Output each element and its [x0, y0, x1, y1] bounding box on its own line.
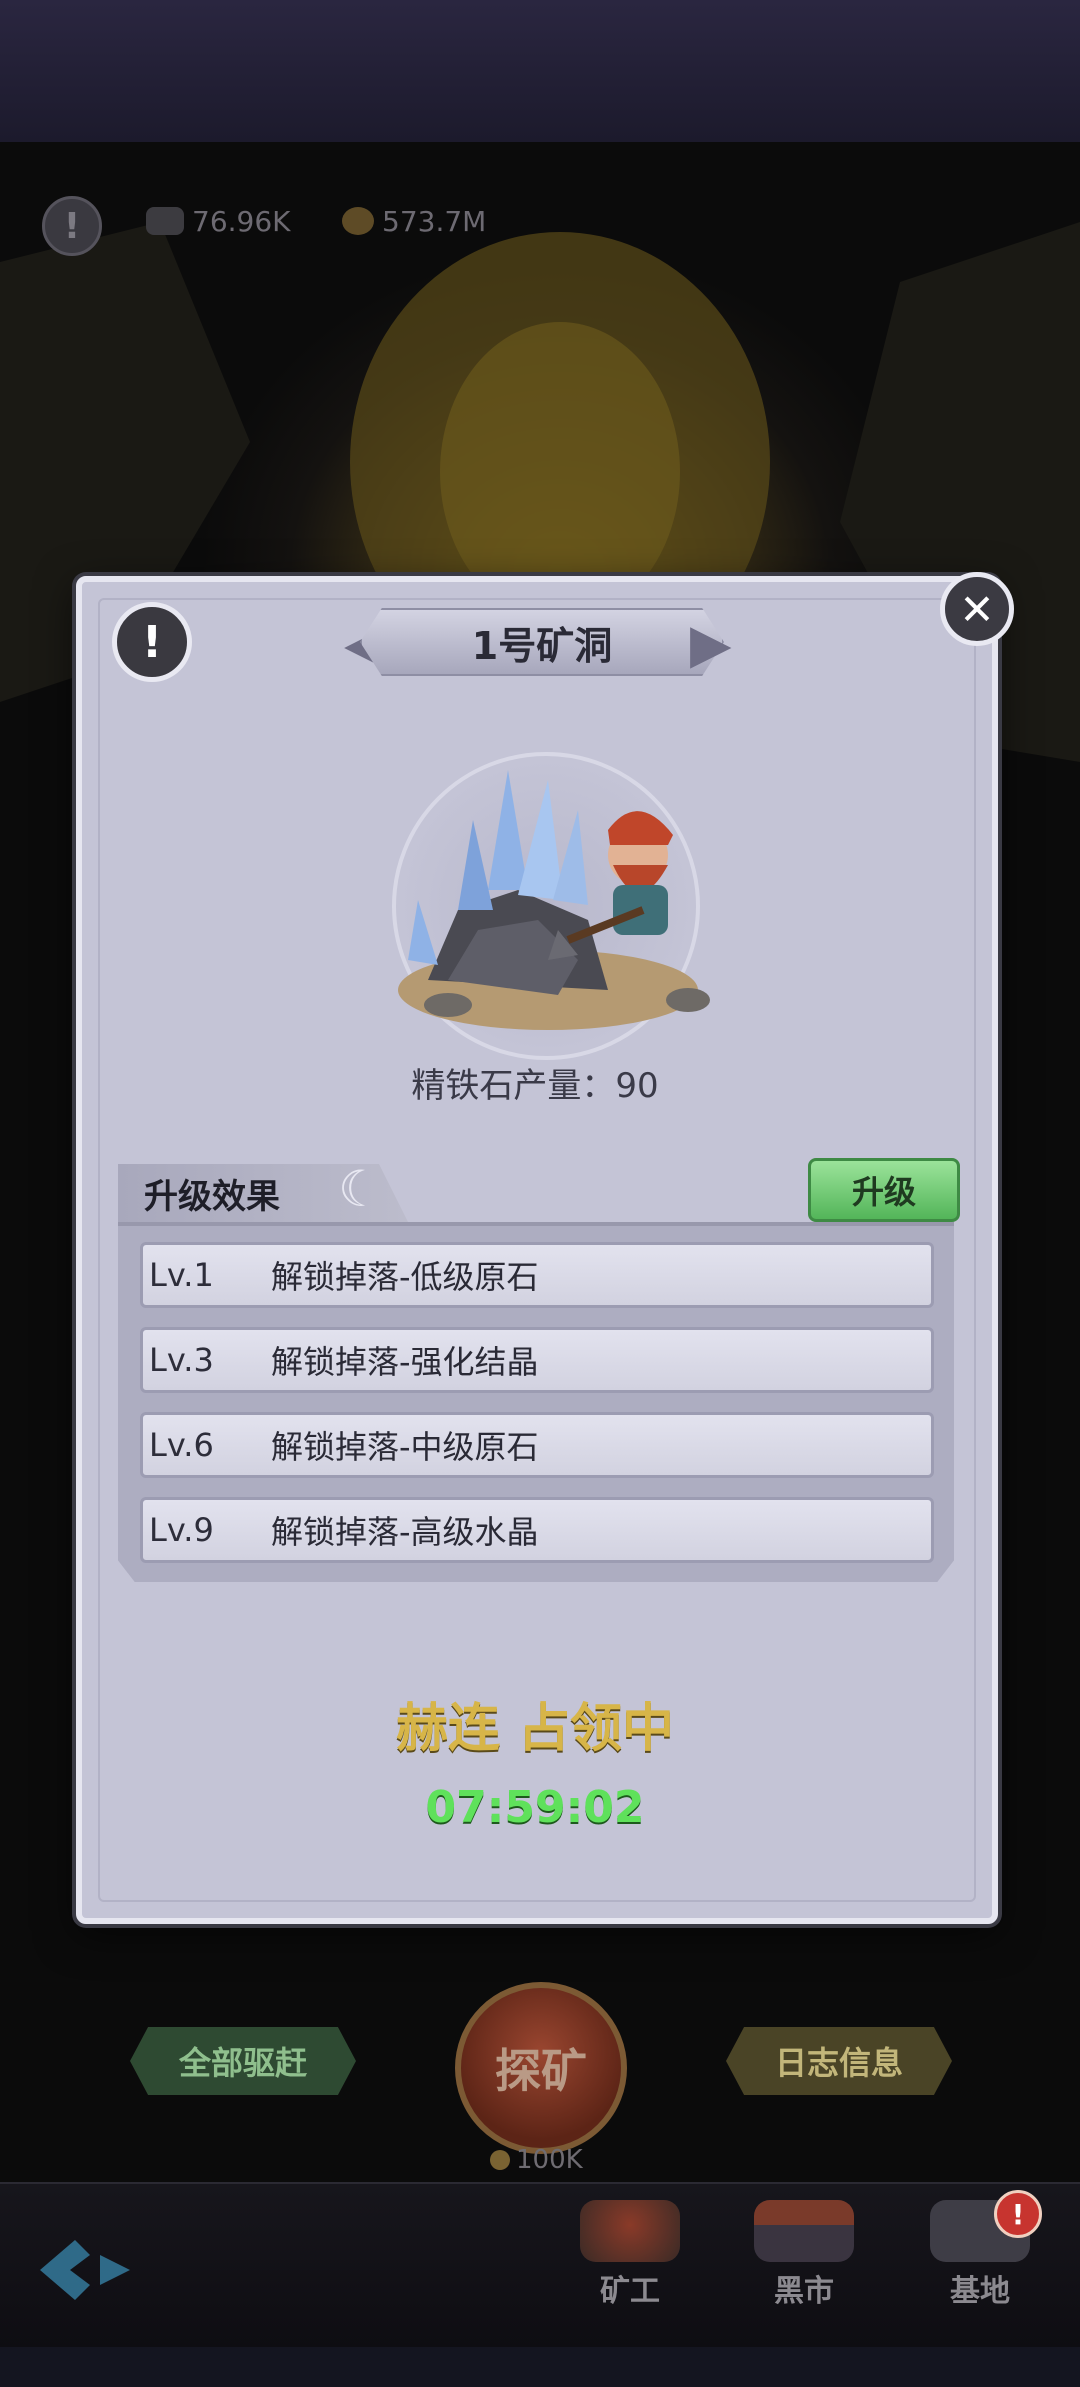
back-arrow-icon[interactable]	[30, 2235, 160, 2305]
occupation-timer: 07:59:02	[425, 1782, 645, 1833]
mine-crystal-miner-icon	[398, 770, 710, 1030]
coin-icon	[490, 2150, 510, 2170]
effect-text: 解锁掉落-中级原石	[271, 1428, 539, 1466]
effect-text: 解锁掉落-低级原石	[271, 1258, 539, 1296]
nav-miners[interactable]: 矿工	[560, 2200, 700, 2310]
nav-miners-label: 矿工	[600, 2274, 660, 2309]
nav-base[interactable]: 基地 !	[910, 2190, 1050, 2310]
explore-cost-value: 100K	[516, 2145, 583, 2175]
explore-cost: 100K	[490, 2142, 610, 2178]
miner-icon	[580, 2200, 680, 2262]
occupant-status: 赫连 占领中	[395, 1699, 675, 1759]
effect-row: Lv.9 解锁掉落-高级水晶	[140, 1497, 934, 1563]
effect-level: Lv.1	[149, 1256, 214, 1294]
ore-icon	[146, 207, 184, 235]
effect-text: 解锁掉落-强化结晶	[271, 1343, 539, 1381]
system-bar	[0, 2347, 1080, 2387]
top-status-area	[0, 0, 1080, 142]
effect-text: 解锁掉落-高级水晶	[271, 1513, 539, 1551]
coin-icon	[342, 207, 374, 235]
close-icon[interactable]: ✕	[940, 572, 1014, 646]
title-wing-right-icon: ▶	[690, 612, 732, 675]
ore-amount: 76.96K	[192, 204, 291, 238]
ore-resource: 76.96K	[146, 196, 291, 246]
effect-level: Lv.9	[149, 1511, 214, 1549]
coin-resource: 573.7M	[342, 196, 486, 246]
notification-badge: !	[994, 2190, 1042, 2238]
production-label: 精铁石产量：90	[411, 1066, 659, 1106]
nav-black-market-label: 黑市	[774, 2274, 834, 2309]
coin-amount: 573.7M	[382, 204, 487, 238]
effect-row: Lv.3 解锁掉落-强化结晶	[140, 1327, 934, 1393]
log-info-button[interactable]: 日志信息	[726, 2027, 952, 2095]
nav-base-label: 基地	[950, 2274, 1010, 2309]
title-banner: 1号矿洞	[360, 608, 724, 676]
effect-row: Lv.6 解锁掉落-中级原石	[140, 1412, 934, 1478]
explore-button[interactable]: 探矿	[455, 1982, 627, 2154]
effect-level: Lv.6	[149, 1426, 214, 1464]
upgrade-button[interactable]: 升级	[808, 1158, 960, 1222]
modal-title: 1号矿洞	[471, 623, 613, 668]
effect-level: Lv.3	[149, 1341, 214, 1379]
evict-all-button[interactable]: 全部驱赶	[130, 2027, 356, 2095]
alert-icon[interactable]: !	[42, 196, 102, 256]
shop-icon	[754, 2200, 854, 2262]
info-icon[interactable]: !	[112, 602, 192, 682]
moon-star-icon: ☾	[338, 1160, 383, 1218]
effect-row: Lv.1 解锁掉落-低级原石	[140, 1242, 934, 1308]
nav-black-market[interactable]: 黑市	[734, 2200, 874, 2310]
